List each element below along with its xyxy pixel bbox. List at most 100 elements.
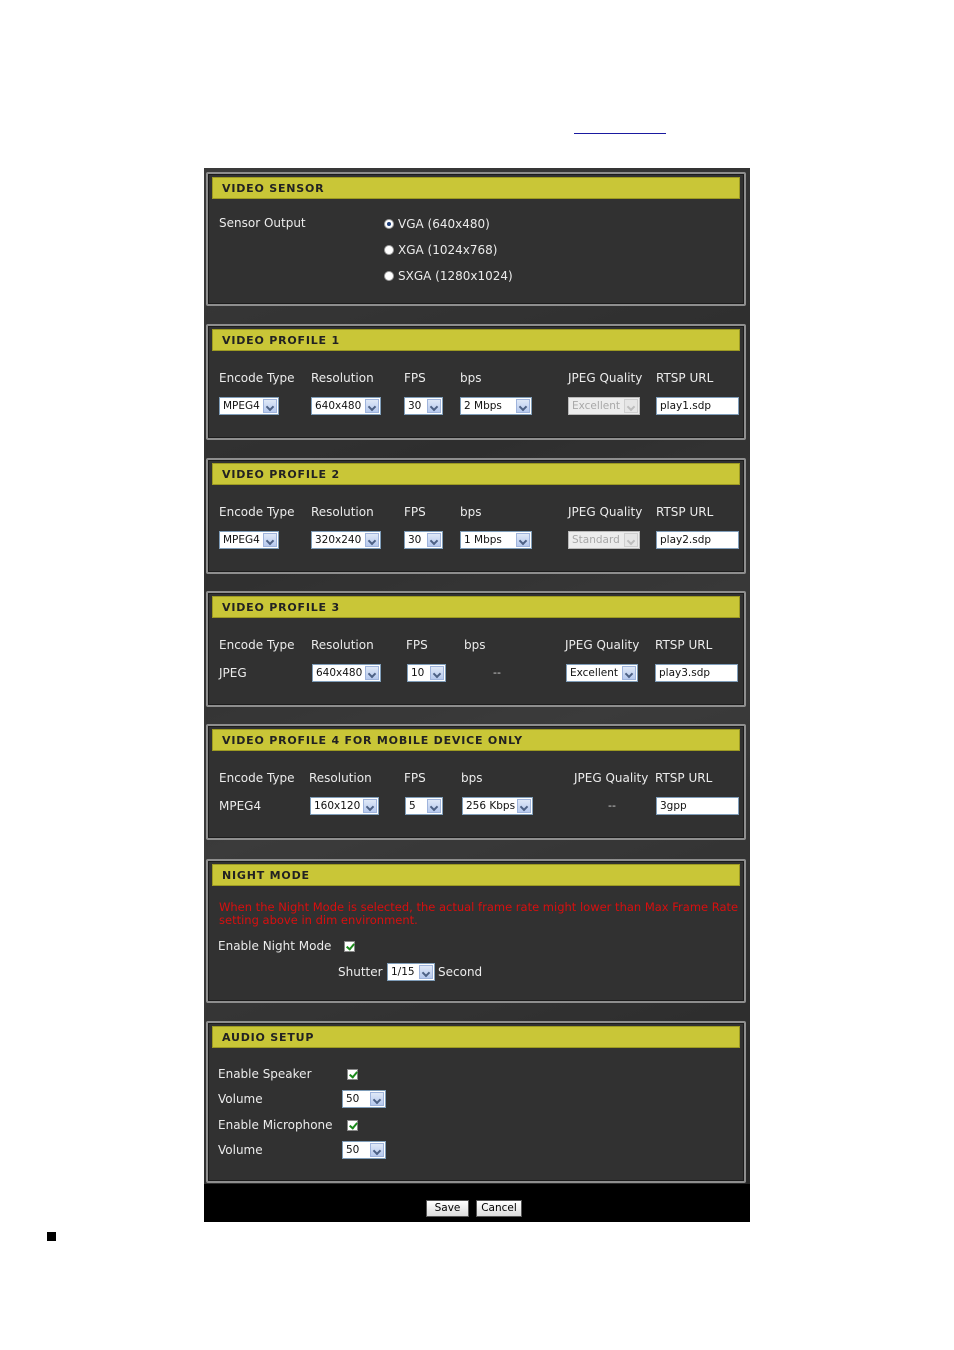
resolution-select[interactable]: 320x240 <box>311 531 381 549</box>
video-profile-2-section: VIDEO PROFILE 2 Encode Type Resolution F… <box>206 458 746 574</box>
radio-sxga-label: SXGA (1280x1024) <box>398 269 513 283</box>
video-sensor-section: VIDEO SENSOR Sensor Output VGA (640x480)… <box>206 172 746 306</box>
chevron-down-icon <box>516 533 530 547</box>
col-resolution: Resolution <box>311 638 374 652</box>
fps-select[interactable]: 30 <box>404 397 443 415</box>
shutter-label: Shutter <box>338 965 383 979</box>
fps-select[interactable]: 10 <box>407 664 446 682</box>
encode-type-select[interactable]: MPEG4 <box>219 531 279 549</box>
col-rtsp-url: RTSP URL <box>655 771 713 785</box>
radio-sxga[interactable] <box>384 271 394 281</box>
col-bps: bps <box>460 371 482 385</box>
col-encode-type: Encode Type <box>219 771 295 785</box>
encode-type-select[interactable]: MPEG4 <box>219 397 279 415</box>
shutter-select[interactable]: 1/15 <box>387 963 435 981</box>
section-title: VIDEO PROFILE 3 <box>212 596 740 618</box>
chevron-down-icon <box>263 399 277 413</box>
cancel-button[interactable]: Cancel <box>476 1200 522 1217</box>
section-title: VIDEO PROFILE 2 <box>212 463 740 485</box>
enable-microphone-label: Enable Microphone <box>218 1118 333 1132</box>
button-bar: Save Cancel <box>204 1184 750 1222</box>
speaker-volume-select[interactable]: 50 <box>342 1090 386 1108</box>
jpeg-quality-select: Excellent <box>568 397 640 415</box>
col-fps: FPS <box>404 505 426 519</box>
encode-type-value: JPEG <box>219 666 247 680</box>
col-rtsp-url: RTSP URL <box>656 505 714 519</box>
night-mode-warning: When the Night Mode is selected, the act… <box>219 900 739 927</box>
resolution-select[interactable]: 160x120 <box>310 797 379 815</box>
col-bps: bps <box>464 638 486 652</box>
col-resolution: Resolution <box>311 371 374 385</box>
rtsp-url-input[interactable]: play1.sdp <box>656 397 739 415</box>
fps-select[interactable]: 30 <box>404 531 443 549</box>
chevron-down-icon <box>427 399 441 413</box>
col-jpeg-quality: JPEG Quality <box>568 505 643 519</box>
chevron-down-icon <box>624 533 638 547</box>
chevron-down-icon <box>370 1143 384 1157</box>
video-profile-4-section: VIDEO PROFILE 4 FOR MOBILE DEVICE ONLY E… <box>206 724 746 840</box>
rtsp-url-input[interactable]: 3gpp <box>656 797 739 815</box>
section-title: VIDEO SENSOR <box>212 177 740 199</box>
chevron-down-icon <box>427 799 441 813</box>
settings-panel: VIDEO SENSOR Sensor Output VGA (640x480)… <box>204 168 750 1222</box>
chevron-down-icon <box>517 799 531 813</box>
bps-select[interactable]: 1 Mbps <box>460 531 532 549</box>
col-rtsp-url: RTSP URL <box>656 371 714 385</box>
enable-night-mode-label: Enable Night Mode <box>218 939 332 953</box>
chevron-down-icon <box>622 666 636 680</box>
enable-speaker-checkbox[interactable] <box>347 1069 358 1080</box>
top-link-underline <box>574 133 666 134</box>
col-rtsp-url: RTSP URL <box>655 638 713 652</box>
speaker-volume-label: Volume <box>218 1092 263 1106</box>
chevron-down-icon <box>624 399 638 413</box>
col-fps: FPS <box>404 371 426 385</box>
jpeg-quality-value: -- <box>608 799 616 812</box>
rtsp-url-input[interactable]: play2.sdp <box>656 531 739 549</box>
sensor-output-label: Sensor Output <box>219 216 306 230</box>
chevron-down-icon <box>427 533 441 547</box>
encode-type-value: MPEG4 <box>219 799 262 813</box>
chevron-down-icon <box>263 533 277 547</box>
col-fps: FPS <box>406 638 428 652</box>
col-encode-type: Encode Type <box>219 371 295 385</box>
chevron-down-icon <box>419 965 433 979</box>
bps-select[interactable]: 256 Kbps <box>462 797 533 815</box>
radio-vga[interactable] <box>384 219 394 229</box>
save-button[interactable]: Save <box>426 1200 469 1217</box>
section-title: NIGHT MODE <box>212 864 740 886</box>
video-profile-3-section: VIDEO PROFILE 3 Encode Type Resolution F… <box>206 591 746 707</box>
resolution-select[interactable]: 640x480 <box>312 664 381 682</box>
jpeg-quality-select[interactable]: Excellent <box>566 664 638 682</box>
enable-speaker-label: Enable Speaker <box>218 1067 312 1081</box>
col-encode-type: Encode Type <box>219 638 295 652</box>
enable-microphone-checkbox[interactable] <box>347 1120 358 1131</box>
night-mode-section: NIGHT MODE When the Night Mode is select… <box>206 859 746 1003</box>
col-jpeg-quality: JPEG Quality <box>565 638 640 652</box>
col-resolution: Resolution <box>311 505 374 519</box>
enable-night-mode-checkbox[interactable] <box>344 941 355 952</box>
chevron-down-icon <box>516 399 530 413</box>
resolution-select[interactable]: 640x480 <box>311 397 381 415</box>
second-label: Second <box>438 965 483 979</box>
chevron-down-icon <box>365 666 379 680</box>
bps-select[interactable]: 2 Mbps <box>460 397 532 415</box>
section-title: VIDEO PROFILE 4 FOR MOBILE DEVICE ONLY <box>212 729 740 751</box>
chevron-down-icon <box>363 799 377 813</box>
microphone-volume-select[interactable]: 50 <box>342 1141 386 1159</box>
video-profile-1-section: VIDEO PROFILE 1 Encode Type Resolution F… <box>206 324 746 440</box>
jpeg-quality-select: Standard <box>568 531 640 549</box>
radio-vga-label: VGA (640x480) <box>398 217 490 231</box>
microphone-volume-label: Volume <box>218 1143 263 1157</box>
rtsp-url-input[interactable]: play3.sdp <box>655 664 738 682</box>
col-fps: FPS <box>404 771 426 785</box>
chevron-down-icon <box>365 533 379 547</box>
radio-xga[interactable] <box>384 245 394 255</box>
chevron-down-icon <box>430 666 444 680</box>
fps-select[interactable]: 5 <box>405 797 443 815</box>
bullet-marker <box>47 1232 56 1241</box>
col-bps: bps <box>461 771 483 785</box>
section-title: AUDIO SETUP <box>212 1026 740 1048</box>
col-encode-type: Encode Type <box>219 505 295 519</box>
section-title: VIDEO PROFILE 1 <box>212 329 740 351</box>
col-jpeg-quality: JPEG Quality <box>574 771 649 785</box>
